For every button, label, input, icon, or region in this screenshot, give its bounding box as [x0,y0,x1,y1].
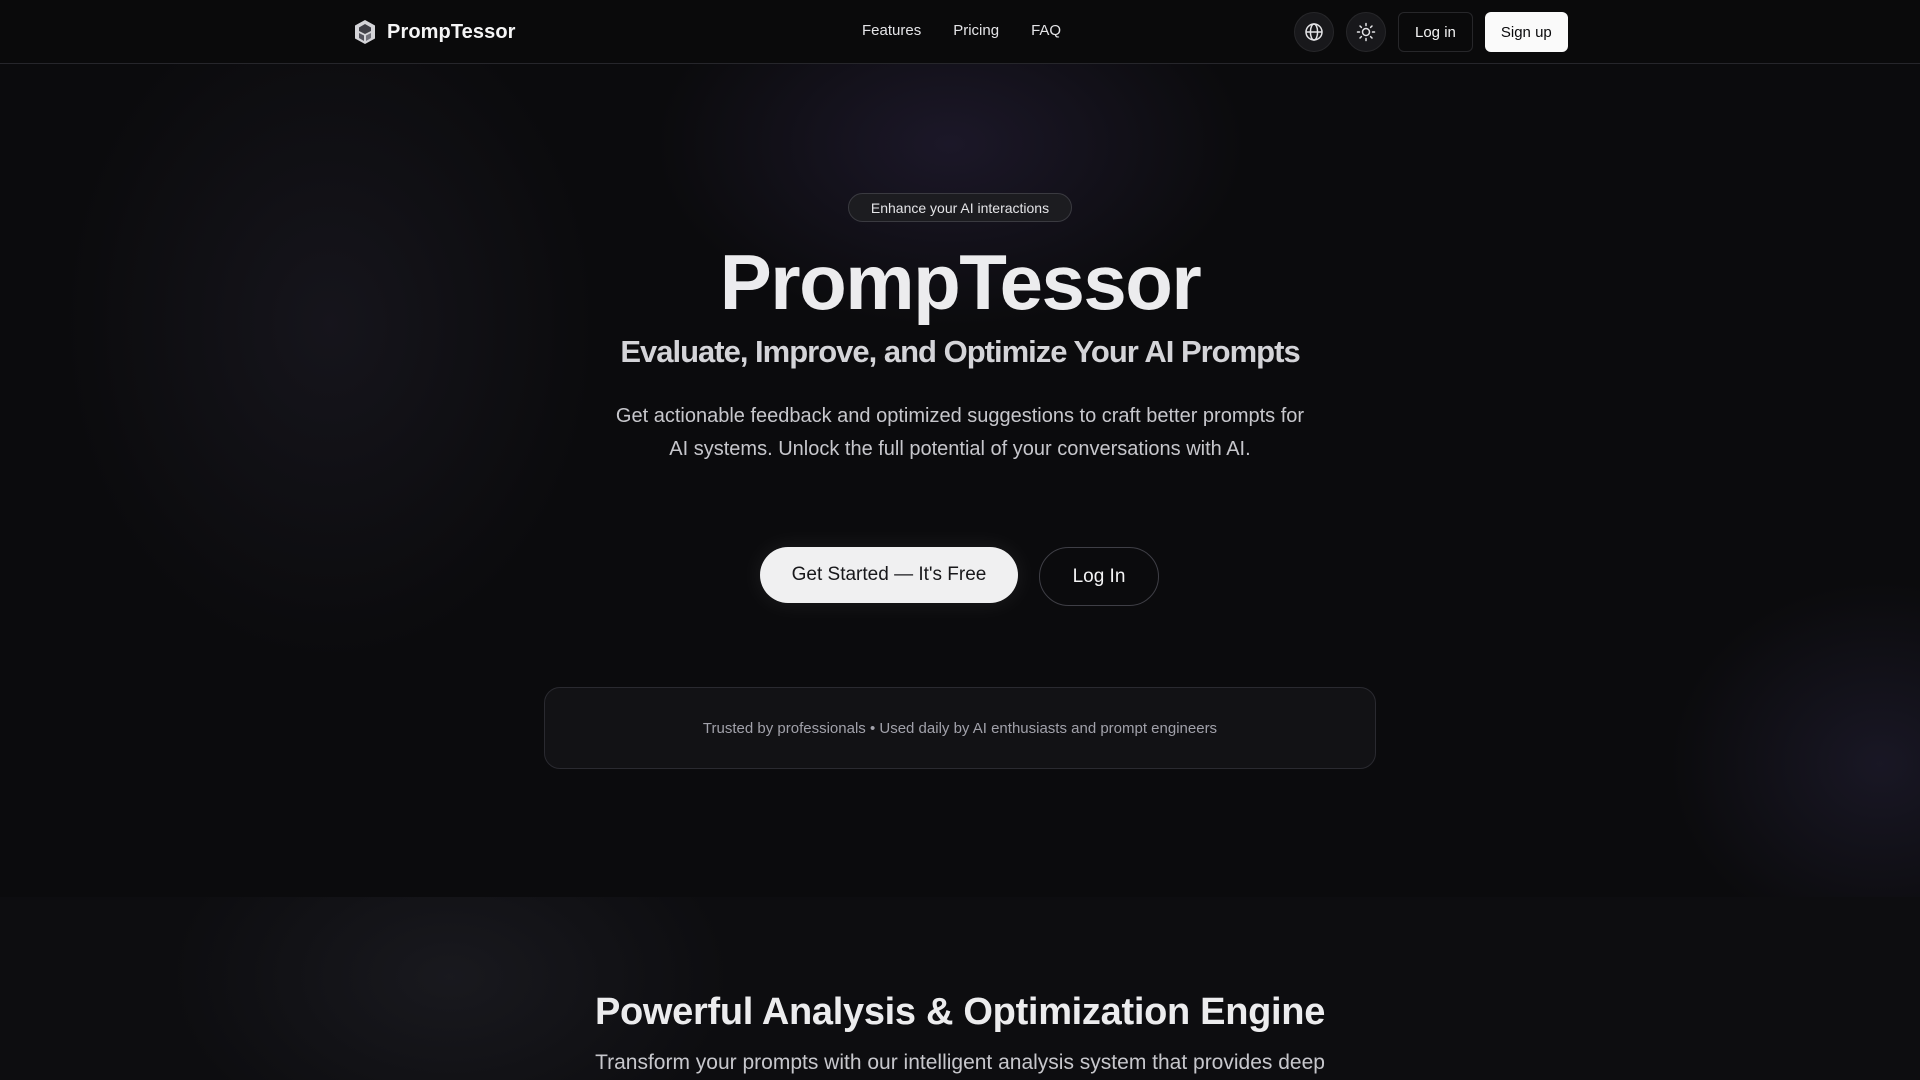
top-navbar: PrompTessor Features Pricing FAQ Log in … [0,0,1920,64]
hero-title: PrompTessor [719,238,1202,326]
get-started-button[interactable]: Get Started — It's Free [760,547,1018,603]
hero-badge: Enhance your AI interactions [848,193,1072,222]
nav-faq[interactable]: FAQ [1031,22,1061,39]
features-title: Powerful Analysis & Optimization Engine [594,991,1326,1033]
globe-icon [1304,22,1324,42]
features-description: Transform your prompts with our intellig… [595,1051,1325,1074]
trust-text: Trusted by professionals • Used daily by… [702,719,1218,737]
logo-icon [353,19,377,45]
sun-icon [1356,22,1376,42]
brand-name: PrompTessor [387,20,516,43]
hero-subtitle: Evaluate, Improve, and Optimize Your AI … [620,334,1300,369]
hero-description: Get actionable feedback and optimized su… [615,405,1305,460]
page: PrompTessor Features Pricing FAQ Log in … [0,0,1920,1080]
brand-link[interactable]: PrompTessor [353,18,516,46]
hero-background [0,64,1920,897]
hero-login-button[interactable]: Log In [1039,547,1159,606]
nav-pricing[interactable]: Pricing [953,22,999,39]
trust-banner: Trusted by professionals • Used daily by… [544,687,1376,769]
main-nav: Features Pricing FAQ [862,22,1061,39]
header-actions: Log in Sign up [1294,12,1568,52]
language-button[interactable] [1294,12,1334,52]
login-button[interactable]: Log in [1398,12,1473,52]
nav-features[interactable]: Features [862,22,921,39]
signup-button[interactable]: Sign up [1484,12,1568,52]
theme-toggle-button[interactable] [1346,12,1386,52]
